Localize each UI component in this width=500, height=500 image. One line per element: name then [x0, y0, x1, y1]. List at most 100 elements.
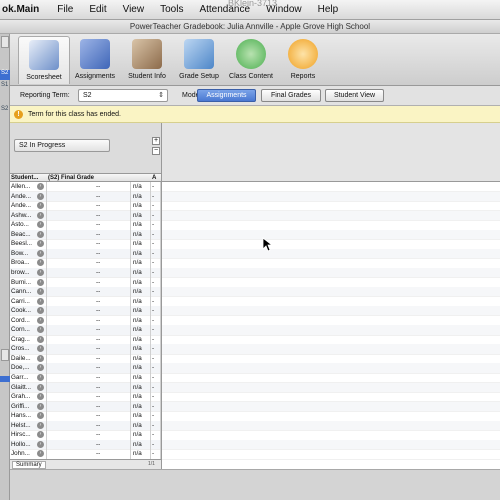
student-info-icon[interactable]: ›: [37, 335, 44, 343]
menu-edit[interactable]: Edit: [81, 4, 114, 15]
mode-final-grades-button[interactable]: Final Grades: [261, 89, 321, 102]
student-name: Hans...: [11, 412, 31, 420]
column-separator: [150, 182, 151, 459]
student-info-icon[interactable]: ›: [37, 402, 44, 410]
final-grade: n/a: [133, 326, 142, 334]
group-panel: S2 In Progress + −: [10, 123, 162, 173]
final-grade: n/a: [133, 278, 142, 286]
sliver-scroll-control-2[interactable]: [1, 349, 9, 361]
remove-group-button[interactable]: −: [152, 147, 160, 155]
toolbar-assignments-button[interactable]: Assignments: [72, 36, 118, 84]
final-percent: --: [96, 345, 101, 353]
mode-student-view-button[interactable]: Student View: [325, 89, 384, 102]
menu-view[interactable]: View: [115, 4, 153, 15]
student-info-icon[interactable]: ›: [37, 440, 44, 448]
score-row: [162, 449, 500, 460]
final-grade: n/a: [133, 230, 142, 238]
menu-file[interactable]: File: [49, 4, 81, 15]
final-percent: --: [96, 230, 101, 238]
student-info-icon[interactable]: ›: [37, 259, 44, 267]
reporting-term-select[interactable]: S2 ⇕: [78, 89, 168, 102]
sliver-scroll-control[interactable]: [1, 36, 9, 48]
student-name: Ande...: [11, 192, 31, 200]
final-grade: n/a: [133, 393, 142, 401]
student-info-icon[interactable]: ›: [37, 192, 44, 200]
final-percent: --: [96, 183, 101, 190]
final-percent: --: [96, 374, 101, 381]
student-info-icon[interactable]: ›: [37, 431, 44, 439]
student-info-icon[interactable]: ›: [37, 288, 44, 296]
student-info-icon[interactable]: ›: [37, 240, 44, 248]
sliver-tab-s1[interactable]: S1: [0, 82, 10, 92]
student-info-icon[interactable]: ›: [37, 268, 44, 276]
summary-button[interactable]: Summary: [12, 461, 46, 469]
absences: -: [152, 297, 155, 305]
final-percent: --: [96, 421, 101, 429]
toolbar-reports-button[interactable]: Reports: [280, 36, 326, 84]
final-percent: --: [96, 364, 101, 372]
student-info-icon[interactable]: ›: [37, 383, 44, 391]
student-info-icon[interactable]: ›: [37, 249, 44, 257]
column-header-final-grade[interactable]: (S2) Final Grade: [48, 174, 94, 182]
grid-header: Student... (S2) Final Grade A T: [10, 173, 166, 182]
student-info-icon[interactable]: ›: [37, 450, 44, 458]
toolbar-grade-setup-button[interactable]: Grade Setup: [176, 36, 222, 84]
student-name: Daile...: [11, 354, 31, 362]
absences: -: [152, 345, 155, 353]
student-info-icon[interactable]: ›: [37, 307, 44, 315]
final-percent: --: [96, 354, 101, 362]
toolbar-scoresheet-button[interactable]: Scoresheet: [18, 36, 70, 84]
toolbar-student-info-button[interactable]: Student Info: [124, 36, 170, 84]
final-percent: --: [96, 307, 101, 315]
toolbar-class-content-label: Class Content: [229, 73, 273, 80]
summary-count: 1/1: [148, 461, 155, 467]
student-info-icon[interactable]: ›: [37, 412, 44, 420]
student-info-icon[interactable]: ›: [37, 202, 44, 210]
final-grade: n/a: [133, 345, 142, 353]
menu-tools[interactable]: Tools: [152, 4, 191, 15]
final-grade: n/a: [133, 316, 142, 324]
student-info-icon[interactable]: ›: [37, 326, 44, 334]
student-info-icon[interactable]: ›: [37, 183, 44, 190]
student-info-icon[interactable]: ›: [37, 354, 44, 362]
student-info-icon[interactable]: ›: [37, 278, 44, 286]
sliver-tab-s2[interactable]: S2: [0, 70, 10, 80]
absences: -: [152, 268, 155, 276]
toolbar-scoresheet-label: Scoresheet: [26, 74, 62, 81]
student-info-icon[interactable]: ›: [37, 364, 44, 372]
final-percent: --: [96, 383, 101, 391]
toolbar-class-content-button[interactable]: Class Content: [226, 36, 276, 84]
sliver-tab-s2b[interactable]: S2: [0, 106, 10, 116]
student-info-icon: [132, 39, 162, 69]
student-info-icon[interactable]: ›: [37, 393, 44, 401]
mode-row: Reporting Term: S2 ⇕ Mode: Assignments F…: [10, 86, 500, 106]
os-menu-bar: ok.Main File Edit View Tools Attendance …: [0, 0, 500, 20]
background-window-title: BKlein-3713: [228, 0, 278, 8]
window-title: PowerTeacher Gradebook: Julia Annville -…: [0, 20, 500, 34]
add-group-button[interactable]: +: [152, 137, 160, 145]
toolbar-student-info-label: Student Info: [128, 73, 166, 80]
student-info-icon[interactable]: ›: [37, 374, 44, 381]
term-ended-notice: ! Term for this class has ended.: [10, 106, 500, 123]
student-name: Ande...: [11, 202, 31, 210]
column-separator: [160, 182, 161, 459]
absences: -: [152, 354, 155, 362]
mode-assignments-button[interactable]: Assignments: [197, 89, 256, 102]
table-row[interactable]: John...--n/a--›: [10, 449, 161, 459]
column-header-a[interactable]: A: [152, 174, 156, 182]
group-select[interactable]: S2 In Progress: [14, 139, 110, 152]
column-header-student[interactable]: Student...: [11, 174, 38, 182]
absences: -: [152, 402, 155, 410]
app-menu[interactable]: ok.Main: [0, 4, 49, 15]
final-grade: n/a: [133, 383, 142, 391]
student-info-icon[interactable]: ›: [37, 316, 44, 324]
student-name: Beac...: [11, 230, 31, 238]
final-grade: n/a: [133, 431, 142, 439]
student-info-icon[interactable]: ›: [37, 221, 44, 229]
student-info-icon[interactable]: ›: [37, 230, 44, 238]
student-info-icon[interactable]: ›: [37, 297, 44, 305]
student-info-icon[interactable]: ›: [37, 421, 44, 429]
menu-help[interactable]: Help: [310, 4, 347, 15]
student-info-icon[interactable]: ›: [37, 345, 44, 353]
student-info-icon[interactable]: ›: [37, 211, 44, 219]
